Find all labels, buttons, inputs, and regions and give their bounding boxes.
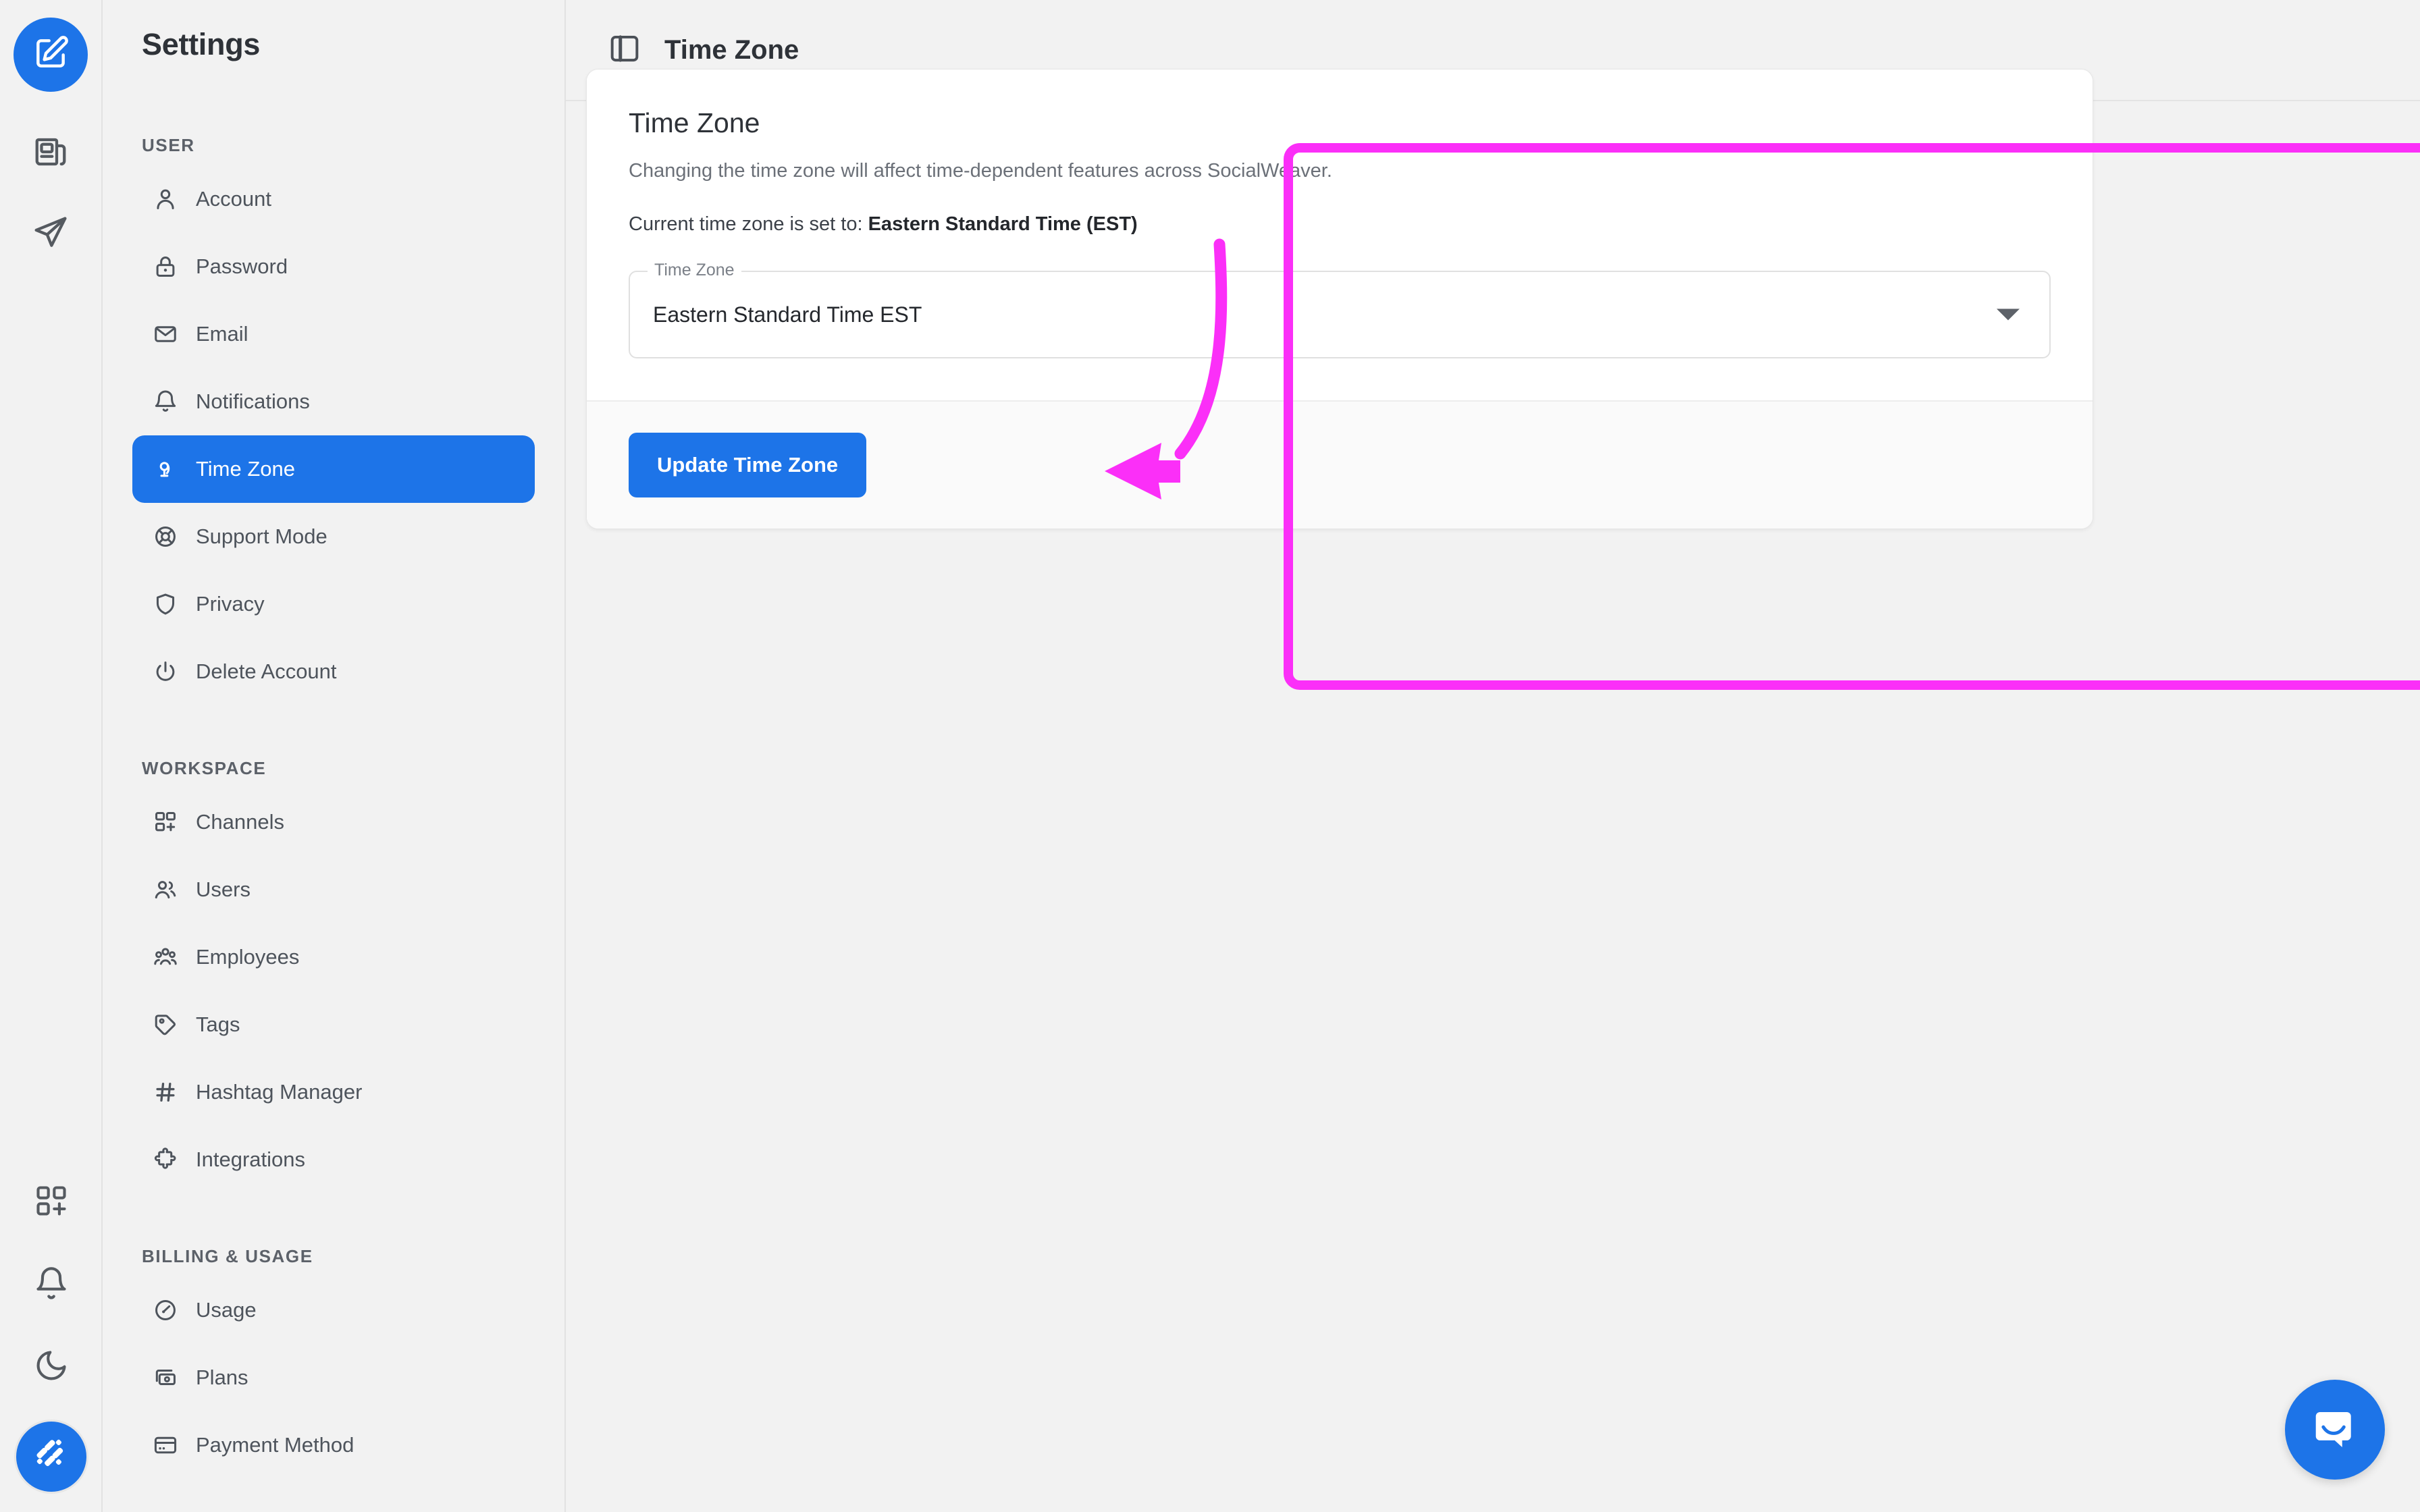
workspace-avatar-icon: [32, 1436, 71, 1478]
sidebar-item-integrations[interactable]: Integrations: [132, 1126, 535, 1193]
sidebar-panel-icon[interactable]: [608, 32, 641, 69]
sidebar-item-label: Payment Method: [196, 1433, 354, 1457]
sidebar-item-time-zone[interactable]: Time Zone: [132, 435, 535, 503]
tag-icon: [151, 1012, 180, 1037]
sidebar-item-channels[interactable]: Channels: [132, 788, 535, 856]
banknote-icon: [151, 1365, 180, 1390]
card-title: Time Zone: [629, 107, 760, 138]
sidebar-item-label: Usage: [196, 1298, 257, 1322]
sidebar-item-label: Password: [196, 254, 288, 278]
sidebar-item-password[interactable]: Password: [132, 233, 535, 300]
nav-section-label: BILLING & USAGE: [142, 1246, 313, 1266]
moon-icon: [34, 1348, 69, 1386]
lock-icon: [151, 254, 180, 279]
app-logo[interactable]: [14, 18, 88, 92]
apps-add-icon: [34, 1183, 69, 1222]
time-zone-card: Time Zone Changing the time zone will af…: [586, 69, 2093, 530]
puzzle-icon: [151, 1147, 180, 1172]
sidebar-item-privacy[interactable]: Privacy: [132, 570, 535, 638]
sidebar-item-notifications[interactable]: Notifications: [132, 368, 535, 435]
lifebuoy-icon: [151, 524, 180, 549]
power-icon: [151, 659, 180, 684]
shield-icon: [151, 591, 180, 617]
sidebar-item-delete-account[interactable]: Delete Account: [132, 638, 535, 705]
time-zone-select-label: Time Zone: [648, 261, 741, 281]
sidebar-item-employees[interactable]: Employees: [132, 923, 535, 991]
rail-item-apps[interactable]: [14, 1165, 88, 1239]
nav-section-billing: BILLING & USAGE Usage Plans Payment Meth…: [132, 1246, 535, 1479]
current-time-zone-value: Eastern Standard Time (EST): [868, 213, 1138, 236]
sidebar-item-label: Delete Account: [196, 659, 337, 683]
sidebar-item-label: Tags: [196, 1013, 240, 1036]
rail-item-dark-mode[interactable]: [14, 1330, 88, 1404]
paper-plane-icon: [32, 215, 69, 254]
hash-icon: [151, 1079, 180, 1105]
sidebar-item-label: Support Mode: [196, 524, 327, 548]
sidebar-item-label: Users: [196, 878, 251, 901]
main-content: Time Zone Time Zone Changing the time zo…: [566, 0, 2420, 1512]
current-time-zone-text: Current time zone is set to: Eastern Sta…: [629, 213, 2051, 236]
time-zone-select-value: Eastern Standard Time EST: [653, 302, 922, 327]
topbar-title: Time Zone: [664, 34, 799, 65]
nav-section-workspace: WORKSPACE Channels Users Employees Tags …: [132, 758, 535, 1193]
page-title: Settings: [142, 27, 261, 61]
nav-section-label: USER: [142, 135, 195, 155]
sidebar-item-account[interactable]: Account: [132, 165, 535, 233]
icon-rail: [0, 0, 103, 1512]
sidebar-item-support-mode[interactable]: Support Mode: [132, 503, 535, 570]
time-zone-select[interactable]: Time Zone Eastern Standard Time EST: [629, 261, 2051, 359]
update-time-zone-button[interactable]: Update Time Zone: [629, 433, 867, 498]
gauge-icon: [151, 1297, 180, 1323]
credit-card-icon: [151, 1432, 180, 1458]
sidebar-item-label: Integrations: [196, 1148, 305, 1171]
app-root: Settings USER Account Password Email Not…: [0, 0, 2420, 1512]
user-icon: [151, 186, 180, 212]
card-body: Time Zone Changing the time zone will af…: [587, 70, 2093, 401]
sidebar-item-email[interactable]: Email: [132, 300, 535, 368]
sidebar-item-tags[interactable]: Tags: [132, 991, 535, 1058]
sidebar-item-payment-method[interactable]: Payment Method: [132, 1411, 535, 1479]
compose-edit-icon: [32, 34, 70, 76]
rail-bottom-group: [0, 1165, 103, 1492]
sidebar-item-hashtag-manager[interactable]: Hashtag Manager: [132, 1058, 535, 1126]
sidebar-item-usage[interactable]: Usage: [132, 1276, 535, 1344]
sidebar-item-label: Privacy: [196, 592, 265, 616]
bell-icon: [151, 389, 180, 414]
sidebar-item-label: Plans: [196, 1366, 248, 1389]
sidebar-item-label: Channels: [196, 810, 284, 834]
users-icon: [151, 877, 180, 902]
envelope-icon: [151, 321, 180, 347]
chevron-down-icon[interactable]: [1997, 308, 2020, 321]
sidebar-item-label: Email: [196, 322, 248, 346]
rail-item-publish[interactable]: [14, 197, 88, 271]
card-footer: Update Time Zone: [587, 400, 2093, 529]
newspaper-icon: [32, 134, 69, 173]
sidebar-item-users[interactable]: Users: [132, 856, 535, 923]
sidebar-item-label: Time Zone: [196, 457, 296, 481]
support-chat-launcher[interactable]: [2285, 1380, 2385, 1480]
sidebar-item-label: Employees: [196, 945, 300, 969]
bell-icon: [34, 1266, 69, 1304]
sidebar-item-label: Notifications: [196, 389, 310, 413]
sidebar-item-label: Account: [196, 187, 272, 211]
grid-add-icon: [151, 809, 180, 835]
rail-item-notifications[interactable]: [14, 1247, 88, 1322]
avatar[interactable]: [16, 1422, 86, 1492]
current-time-zone-prefix: Current time zone is set to:: [629, 213, 868, 236]
people-icon: [151, 944, 180, 970]
nav-section-label: WORKSPACE: [142, 758, 267, 778]
nav-section-user: USER Account Password Email Notification…: [132, 135, 535, 705]
globe-stand-icon: [151, 456, 180, 482]
sidebar-item-label: Hashtag Manager: [196, 1080, 363, 1104]
card-description: Changing the time zone will affect time-…: [629, 160, 1332, 182]
rail-item-feed[interactable]: [14, 116, 88, 190]
settings-sidebar: Settings USER Account Password Email Not…: [103, 0, 566, 1512]
time-zone-card-wrapper: Time Zone Changing the time zone will af…: [586, 69, 2093, 530]
intercom-chat-icon: [2309, 1402, 2361, 1458]
sidebar-item-plans[interactable]: Plans: [132, 1344, 535, 1411]
